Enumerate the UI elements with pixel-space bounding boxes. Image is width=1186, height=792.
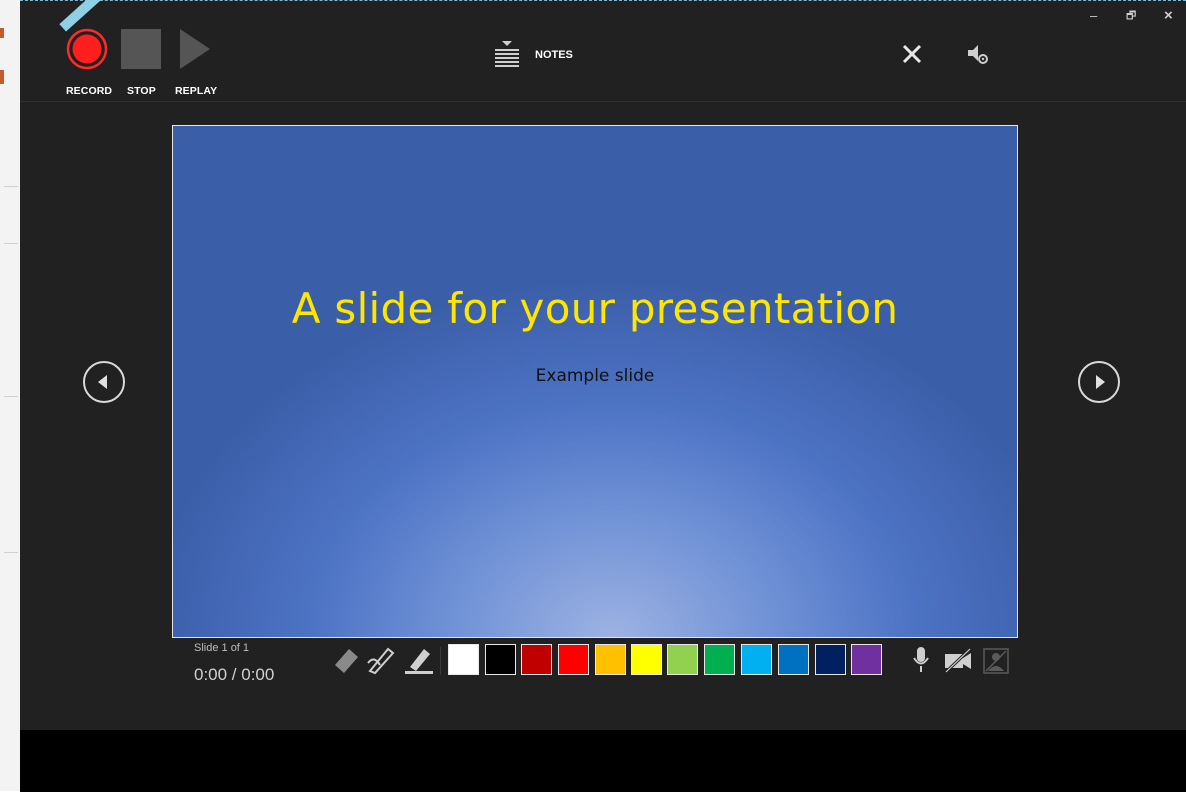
record-icon [66,28,108,70]
microphone-icon [913,647,929,672]
notes-icon [495,41,519,67]
camera-off-icon [944,647,972,674]
previous-slide-button[interactable] [83,361,125,403]
ink-color-blue[interactable] [778,644,809,675]
ink-color-green[interactable] [704,644,735,675]
ink-color-yellow[interactable] [631,644,662,675]
stop-label: STOP [127,85,156,97]
toolbar-divider [20,101,1186,102]
ink-color-light-green[interactable] [667,644,698,675]
background-window-strip [0,0,20,791]
slide-counter: Slide 1 of 1 [194,642,250,654]
close-icon [902,44,922,64]
ink-color-red[interactable] [558,644,589,675]
highlighter-icon [405,649,433,674]
replay-label: REPLAY [175,85,218,97]
slide-title: A slide for your presentation [291,284,899,333]
camera-preview-toggle[interactable] [982,645,1010,680]
restore-button[interactable]: 🗗 [1126,9,1136,23]
background-accent [0,70,4,84]
pen-tool[interactable] [366,643,396,680]
next-slide-button[interactable] [1078,361,1120,403]
eraser-icon [335,649,358,673]
background-divider [4,243,18,244]
camera-toggle[interactable] [942,645,974,680]
background-divider [4,396,18,397]
bottom-bar [20,730,1186,792]
slide-canvas[interactable]: A slide for your presentation Example sl… [172,125,1018,638]
play-icon [180,29,210,69]
speaker-settings-icon [968,45,988,64]
pen-icon [367,647,395,675]
eraser-tool[interactable] [332,643,360,680]
settings-button[interactable] [966,42,990,66]
ink-color-orange[interactable] [595,644,626,675]
camera-preview-off-icon [983,648,1009,674]
notes-button[interactable]: NOTES [494,39,584,71]
background-divider [4,552,18,553]
recording-window: – 🗗 × RECORD STOP REPLAY NOTES A slide f… [20,0,1186,792]
record-label: RECORD [66,85,113,97]
ink-color-dark-red[interactable] [521,644,552,675]
window-close-button[interactable]: × [1164,8,1173,23]
background-divider [4,186,18,187]
highlighter-tool[interactable] [404,643,434,680]
ink-color-white[interactable] [448,644,479,675]
minimize-button[interactable]: – [1090,9,1097,23]
ink-color-black[interactable] [485,644,516,675]
background-accent [0,28,4,38]
notes-label: NOTES [535,49,573,61]
microphone-toggle[interactable] [910,645,932,680]
ink-color-light-blue[interactable] [741,644,772,675]
stop-button[interactable] [121,29,161,69]
ink-color-dark-blue[interactable] [815,644,846,675]
replay-button[interactable] [178,28,214,70]
chevron-left-icon [98,375,107,389]
chevron-right-icon [1096,375,1105,389]
ink-color-purple[interactable] [851,644,882,675]
tool-divider [440,647,441,675]
recording-timer: 0:00 / 0:00 [194,665,275,684]
slide-subtitle: Example slide [535,366,655,386]
record-button[interactable] [66,28,108,70]
close-recording-button[interactable] [902,44,922,64]
